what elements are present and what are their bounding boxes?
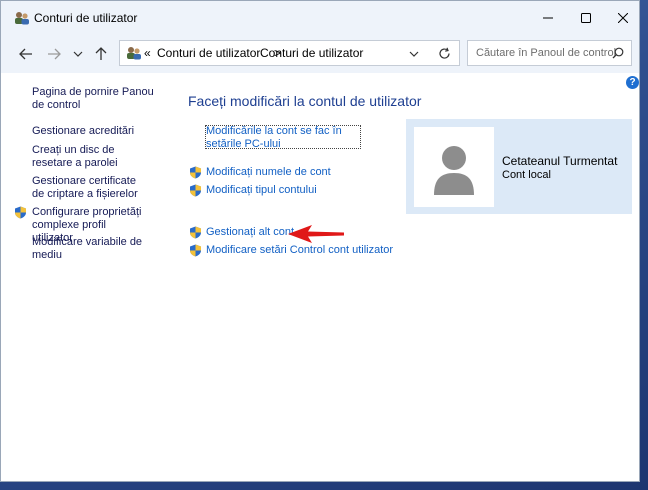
recent-locations-button[interactable] (68, 44, 88, 64)
account-type: Cont local (502, 169, 551, 181)
up-button[interactable] (91, 44, 111, 64)
navigation-bar: « Conturi de utilizator > Conturi de uti… (1, 35, 639, 73)
chevron-down-icon (73, 51, 83, 57)
maximize-icon (581, 13, 591, 23)
sidebar-item-file-encryption-certificates[interactable]: Gestionare certificate de criptare a fiș… (32, 175, 147, 201)
arrow-left-icon (19, 48, 32, 60)
page-heading: Faceți modificări la contul de utilizato… (188, 93, 422, 109)
uac-shield-icon (190, 226, 201, 239)
users-icon (15, 12, 29, 25)
pc-settings-link[interactable]: Modificările la cont se fac în setările … (206, 125, 366, 151)
manage-another-account-link[interactable]: Gestionați alt cont (206, 226, 294, 239)
window-title: Conturi de utilizator (34, 11, 138, 25)
change-account-type-link[interactable]: Modificați tipul contului (206, 184, 317, 197)
uac-shield-icon (190, 184, 201, 197)
breadcrumb-overflow[interactable]: « (144, 46, 151, 60)
breadcrumb-item-2[interactable]: Conturi de utilizator (260, 46, 363, 60)
breadcrumb-item-1[interactable]: Conturi de utilizator (157, 46, 260, 60)
address-bar[interactable]: « Conturi de utilizator > Conturi de uti… (119, 40, 460, 66)
arrow-right-icon (48, 48, 61, 60)
back-button[interactable] (16, 44, 36, 64)
search-icon (612, 47, 624, 59)
uac-shield-icon (15, 206, 26, 219)
chevron-down-icon[interactable] (409, 51, 419, 58)
users-icon (127, 47, 141, 60)
sidebar-item-control-panel-home[interactable]: Pagina de pornire Panou de control (32, 86, 162, 112)
refresh-icon[interactable] (438, 47, 451, 60)
sidebar-item-password-reset-disk[interactable]: Creați un disc de resetare a parolei (32, 144, 152, 170)
user-name: Cetateanul Turmentat (502, 154, 618, 168)
minimize-icon (543, 17, 553, 19)
avatar (414, 127, 494, 207)
uac-shield-icon (190, 244, 201, 257)
title-bar: Conturi de utilizator (1, 1, 639, 35)
annotation-arrow-icon (288, 225, 344, 243)
search-box[interactable]: Căutare în Panoul de control (467, 40, 632, 66)
user-accounts-window: Conturi de utilizator « Conturi de utili… (0, 0, 640, 482)
forward-button[interactable] (44, 44, 64, 64)
close-icon (618, 13, 628, 23)
search-placeholder: Căutare în Panoul de control (476, 47, 617, 59)
sidebar-item-environment-variables[interactable]: Modificare variabile de mediu (32, 236, 162, 262)
change-account-name-link[interactable]: Modificați numele de cont (206, 166, 331, 179)
user-account-panel: Cetateanul Turmentat Cont local (406, 119, 632, 214)
arrow-up-icon (95, 47, 107, 60)
close-button[interactable] (601, 1, 645, 35)
uac-shield-icon (190, 166, 201, 179)
sidebar-item-credential-manager[interactable]: Gestionare acreditări (32, 125, 162, 138)
help-icon[interactable]: ? (626, 76, 639, 89)
user-avatar-icon (434, 146, 474, 195)
uac-settings-link[interactable]: Modificare setări Control cont utilizato… (206, 244, 393, 257)
